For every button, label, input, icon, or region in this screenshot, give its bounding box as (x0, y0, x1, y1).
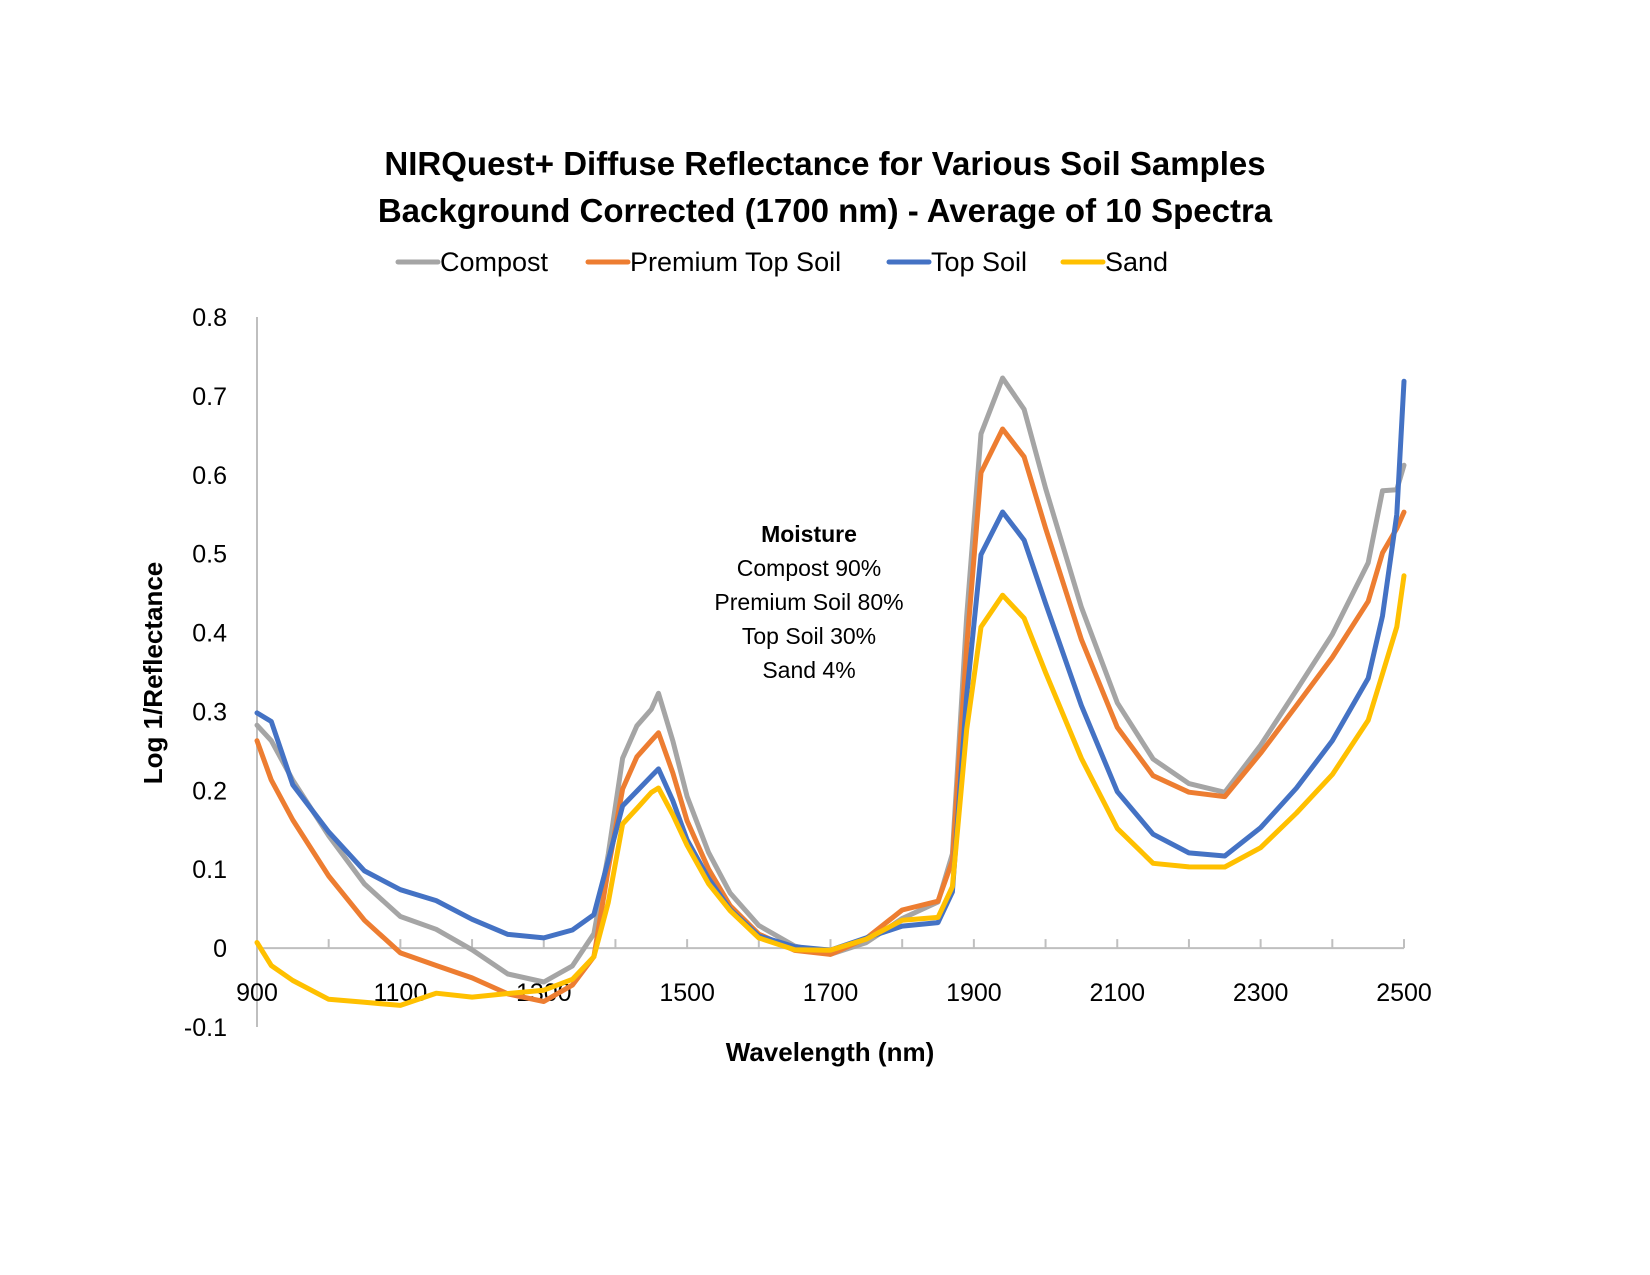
legend-item-top-soil: Top Soil (886, 247, 1027, 277)
y-tick-label: 0.1 (192, 856, 227, 884)
series-group (254, 375, 1407, 1008)
x-tick-label: 900 (236, 979, 278, 1007)
x-tick-label: 1900 (946, 979, 1002, 1007)
x-tick-label: 2500 (1376, 979, 1432, 1007)
legend: Compost Premium Top Soil Top Soil Sand (395, 247, 1168, 277)
y-tick-label: 0.8 (192, 304, 227, 332)
legend-label: Compost (440, 247, 549, 277)
y-tick-label: 0.5 (192, 541, 227, 569)
series-line-premium-top-soil (254, 426, 1407, 1004)
annotation-line: Premium Soil 80% (714, 589, 903, 615)
y-axis-title: Log 1/Reflectance (138, 562, 168, 785)
y-tick-label: 0.7 (192, 383, 227, 411)
chart-title: NIRQuest+ Diffuse Reflectance for Variou… (384, 145, 1265, 182)
y-tick-label: 0.3 (192, 698, 227, 726)
annotation-heading: Moisture (761, 521, 857, 547)
x-tick-label: 1700 (803, 979, 859, 1007)
annotation-line: Compost 90% (737, 555, 881, 581)
y-tick-label: 0 (213, 935, 227, 963)
y-tick-label: -0.1 (184, 1014, 227, 1042)
x-tick-label: 2300 (1233, 979, 1289, 1007)
legend-label: Premium Top Soil (630, 247, 841, 277)
annotation-line: Top Soil 30% (742, 623, 876, 649)
x-axis-title: Wavelength (nm) (726, 1037, 934, 1067)
legend-item-premium-top-soil: Premium Top Soil (585, 247, 841, 277)
x-tick-label: 1500 (659, 979, 715, 1007)
legend-item-compost: Compost (395, 247, 549, 277)
y-tick-label: 0.4 (192, 620, 227, 648)
chart: NIRQuest+ Diffuse Reflectance for Variou… (138, 145, 1432, 1067)
x-tick-label: 2100 (1089, 979, 1145, 1007)
moisture-annotation: Moisture Compost 90% Premium Soil 80% Top S… (714, 521, 903, 683)
legend-label: Sand (1105, 247, 1168, 277)
legend-item-sand: Sand (1060, 247, 1168, 277)
legend-label: Top Soil (931, 247, 1027, 277)
annotation-line: Sand 4% (762, 657, 855, 683)
chart-subtitle: Background Corrected (1700 nm) - Average… (378, 192, 1273, 229)
y-tick-label: 0.2 (192, 777, 227, 805)
y-ticks: -0.1 0 0.1 0.2 0.3 0.4 0.5 0.6 0.7 0.8 (184, 304, 227, 1042)
y-tick-label: 0.6 (192, 462, 227, 490)
